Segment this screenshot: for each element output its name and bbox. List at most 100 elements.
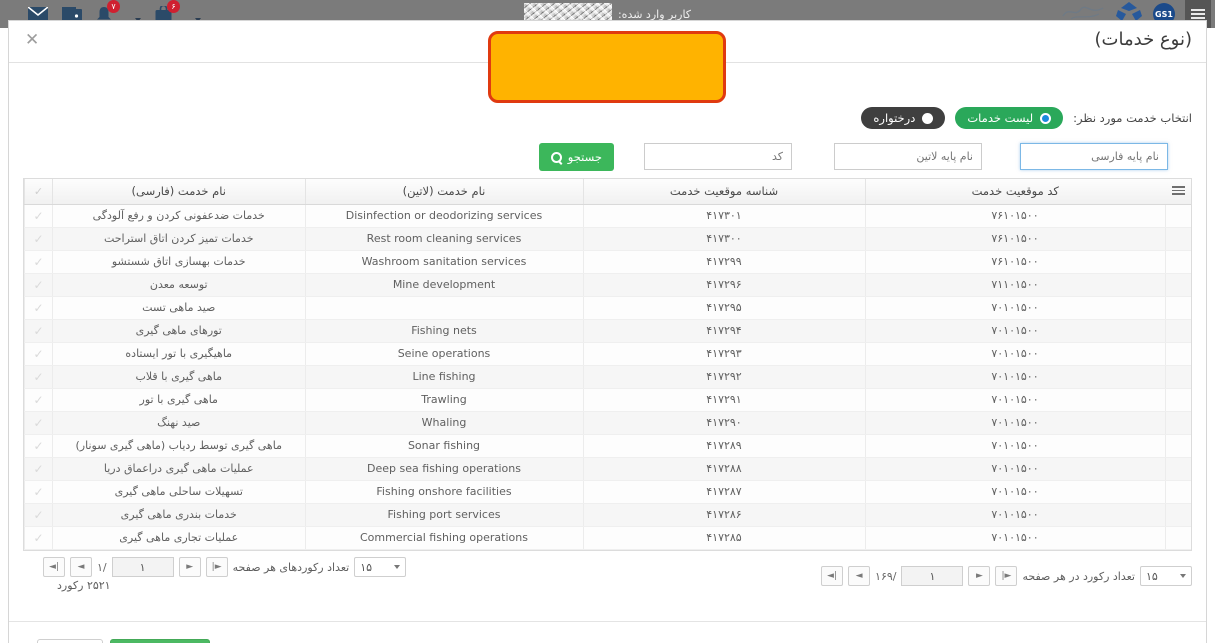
column-header-select-all[interactable]: ✓ — [24, 179, 53, 205]
table-row[interactable]: ۷۰۱۰۱۵۰۰ ۴۱۷۲۸۸ Deep sea fishing operation… — [24, 457, 1191, 481]
search-icon — [550, 151, 562, 163]
column-header-service-code[interactable]: کد موقعیت خدمت — [864, 179, 1165, 205]
page-number-input-left[interactable] — [111, 557, 174, 577]
table-row[interactable]: ۷۱۱۰۱۵۰۰ ۴۱۷۲۹۶ Mine development توسعه معدن… — [24, 273, 1191, 297]
check-icon: ✓ — [33, 277, 44, 292]
table-row[interactable]: ۷۰۱۰۱۵۰۰ ۴۱۷۲۸۷ Fishing onshore facilities… — [24, 480, 1191, 504]
row-select-checkbox[interactable]: ✓ — [24, 434, 53, 458]
last-page-button-right[interactable]: ►| — [995, 566, 1018, 586]
check-icon: ✓ — [33, 323, 44, 338]
pagination-right: ۱۵ تعداد رکورد در هر صفحه ►| ► /۱۶۹ ◄ |◄ — [821, 566, 1192, 586]
table-row[interactable]: ۷۶۱۰۱۵۰۰ ۴۱۷۲۹۹ Washroom sanitation servic… — [24, 250, 1191, 274]
column-header-latin-name[interactable]: نام خدمت (لاتین) — [304, 179, 583, 205]
table-row[interactable]: ۷۰۱۰۱۵۰۰ ۴۱۷۲۸۵ Commercial fishing operati… — [24, 526, 1191, 550]
per-page-select-left[interactable]: ۱۵ — [354, 557, 407, 577]
radio-option-tree-view[interactable]: درختواره — [861, 107, 946, 129]
per-page-label-left: تعداد رکوردهای هر صفحه — [232, 560, 350, 574]
radio-dot-unselected-icon — [922, 112, 934, 124]
check-icon: ✓ — [33, 392, 44, 407]
search-button[interactable]: جستجو — [538, 143, 614, 171]
column-header-service-id[interactable]: شناسه موقعیت خدمت — [582, 179, 865, 205]
prev-page-button-left[interactable]: ◄ — [70, 557, 92, 577]
cell-service-id: ۴۱۷۲۸۵ — [582, 526, 865, 550]
cell-latin-name: Line fishing — [304, 365, 583, 389]
search-input-latin-name[interactable] — [834, 143, 982, 170]
last-page-button-left[interactable]: ►| — [205, 557, 228, 577]
search-input-code[interactable] — [644, 143, 792, 170]
radio-option-service-list[interactable]: لیست خدمات — [955, 107, 1064, 129]
cancel-button[interactable]: انصراف — [37, 639, 103, 643]
save-button[interactable]: ذخیره اطلاعات — [109, 639, 210, 643]
table-row[interactable]: ۷۰۱۰۱۵۰۰ ۴۱۷۲۸۶ Fishing port services خدمات… — [24, 503, 1191, 527]
table-row[interactable]: ۷۰۱۰۱۵۰۰ ۴۱۷۲۸۹ Sonar fishing ماهی گیری توس… — [24, 434, 1191, 458]
grid-menu-icon[interactable] — [1171, 186, 1185, 196]
cell-latin-name: Fishing nets — [304, 319, 583, 343]
row-select-checkbox[interactable]: ✓ — [24, 365, 53, 389]
cell-service-id: ۴۱۷۲۹۴ — [582, 319, 865, 343]
radio-option-service-list-label: لیست خدمات — [967, 111, 1034, 125]
page-title: (نوع خدمات) — [1094, 29, 1192, 50]
row-menu-cell — [1164, 411, 1191, 435]
prev-page-button-right[interactable]: ◄ — [848, 566, 871, 586]
row-select-checkbox[interactable]: ✓ — [24, 204, 53, 228]
cell-latin-name: Rest room cleaning services — [304, 227, 583, 251]
cell-service-code: ۷۰۱۰۱۵۰۰ — [864, 503, 1165, 527]
row-select-checkbox[interactable]: ✓ — [24, 296, 53, 320]
row-select-checkbox[interactable]: ✓ — [24, 227, 53, 251]
cell-service-id: ۴۱۷۲۸۷ — [582, 480, 865, 504]
cell-persian-name: تورهای ماهی گیری — [52, 319, 305, 343]
row-select-checkbox[interactable]: ✓ — [24, 457, 53, 481]
row-menu-cell — [1164, 296, 1191, 320]
cell-latin-name: Deep sea fishing operations — [304, 457, 583, 481]
service-selection-toggle-group: انتخاب خدمت مورد نظر: لیست خدمات درختوار… — [861, 107, 1192, 129]
column-header-persian-name[interactable]: نام خدمت (فارسی) — [52, 179, 305, 205]
cell-service-code: ۷۶۱۰۱۵۰۰ — [864, 204, 1165, 228]
row-select-checkbox[interactable]: ✓ — [24, 411, 53, 435]
next-page-button-right[interactable]: ► — [968, 566, 991, 586]
cell-latin-name: Whaling — [304, 411, 583, 435]
column-header-menu[interactable] — [1165, 179, 1191, 205]
check-icon: ✓ — [33, 438, 44, 453]
row-select-checkbox[interactable]: ✓ — [24, 273, 53, 297]
table-row[interactable]: ۷۰۱۰۱۵۰۰ ۴۱۷۲۹۰ Whaling صید نهنگ ✓ — [24, 411, 1191, 435]
cell-service-code: ۷۰۱۰۱۵۰۰ — [864, 388, 1165, 412]
per-page-label-right: تعداد رکورد در هر صفحه — [1022, 569, 1135, 583]
cell-service-id: ۴۱۷۲۹۹ — [582, 250, 865, 274]
page-number-input-right[interactable] — [901, 566, 964, 586]
row-select-checkbox[interactable]: ✓ — [24, 388, 53, 412]
table-row[interactable]: ۷۶۱۰۱۵۰۰ ۴۱۷۳۰۰ Rest room cleaning service… — [24, 227, 1191, 251]
row-select-checkbox[interactable]: ✓ — [24, 503, 53, 527]
row-select-checkbox[interactable]: ✓ — [24, 480, 53, 504]
cell-persian-name: خدمات تمیز کردن اتاق استراحت — [52, 227, 305, 251]
table-row[interactable]: ۷۰۱۰۱۵۰۰ ۴۱۷۲۹۲ Line fishing ماهی گیری با ق… — [24, 365, 1191, 389]
cell-service-id: ۴۱۷۲۸۸ — [582, 457, 865, 481]
row-select-checkbox[interactable]: ✓ — [24, 342, 53, 366]
first-page-button-left[interactable]: |◄ — [43, 557, 65, 577]
cell-latin-name: Trawling — [304, 388, 583, 412]
cell-service-id: ۴۱۷۲۸۹ — [582, 434, 865, 458]
cell-persian-name: تسهیلات ساحلی ماهی گیری — [52, 480, 305, 504]
cell-persian-name: عملیات ماهی گیری دراعماق دریا — [52, 457, 305, 481]
cell-service-id: ۴۱۷۲۹۶ — [582, 273, 865, 297]
table-header-row: کد موقعیت خدمت شناسه موقعیت خدمت نام خدم… — [24, 179, 1191, 205]
row-select-checkbox[interactable]: ✓ — [24, 526, 53, 550]
table-row[interactable]: ۷۰۱۰۱۵۰۰ ۴۱۷۲۹۵ صید ماهی تست ✓ — [24, 296, 1191, 320]
table-row[interactable]: ۷۰۱۰۱۵۰۰ ۴۱۷۲۹۴ Fishing nets تورهای ماهی گی… — [24, 319, 1191, 343]
table-body: ۷۶۱۰۱۵۰۰ ۴۱۷۳۰۱ Disinfection or deodorizin… — [24, 204, 1191, 550]
table-row[interactable]: ۷۰۱۰۱۵۰۰ ۴۱۷۲۹۱ Trawling ماهی گیری با تور ✓ — [24, 388, 1191, 412]
row-select-checkbox[interactable]: ✓ — [24, 319, 53, 343]
search-input-persian-name[interactable] — [1020, 143, 1168, 170]
row-menu-cell — [1164, 388, 1191, 412]
first-page-button-right[interactable]: |◄ — [821, 566, 844, 586]
briefcase-badge-count: ۶ — [167, 0, 180, 13]
services-table-container: کد موقعیت خدمت شناسه موقعیت خدمت نام خدم… — [23, 178, 1192, 551]
cell-service-code: ۷۰۱۰۱۵۰۰ — [864, 342, 1165, 366]
row-menu-cell — [1164, 273, 1191, 297]
table-row[interactable]: ۷۶۱۰۱۵۰۰ ۴۱۷۳۰۱ Disinfection or deodorizin… — [24, 204, 1191, 228]
next-page-button-left[interactable]: ► — [178, 557, 201, 577]
close-icon[interactable]: ✕ — [19, 27, 45, 52]
table-row[interactable]: ۷۰۱۰۱۵۰۰ ۴۱۷۲۹۳ Seine operations ماهیگیری ب… — [24, 342, 1191, 366]
cell-persian-name: ماهیگیری با تور ایستاده — [52, 342, 305, 366]
row-select-checkbox[interactable]: ✓ — [24, 250, 53, 274]
per-page-select-right[interactable]: ۱۵ — [1140, 566, 1192, 586]
